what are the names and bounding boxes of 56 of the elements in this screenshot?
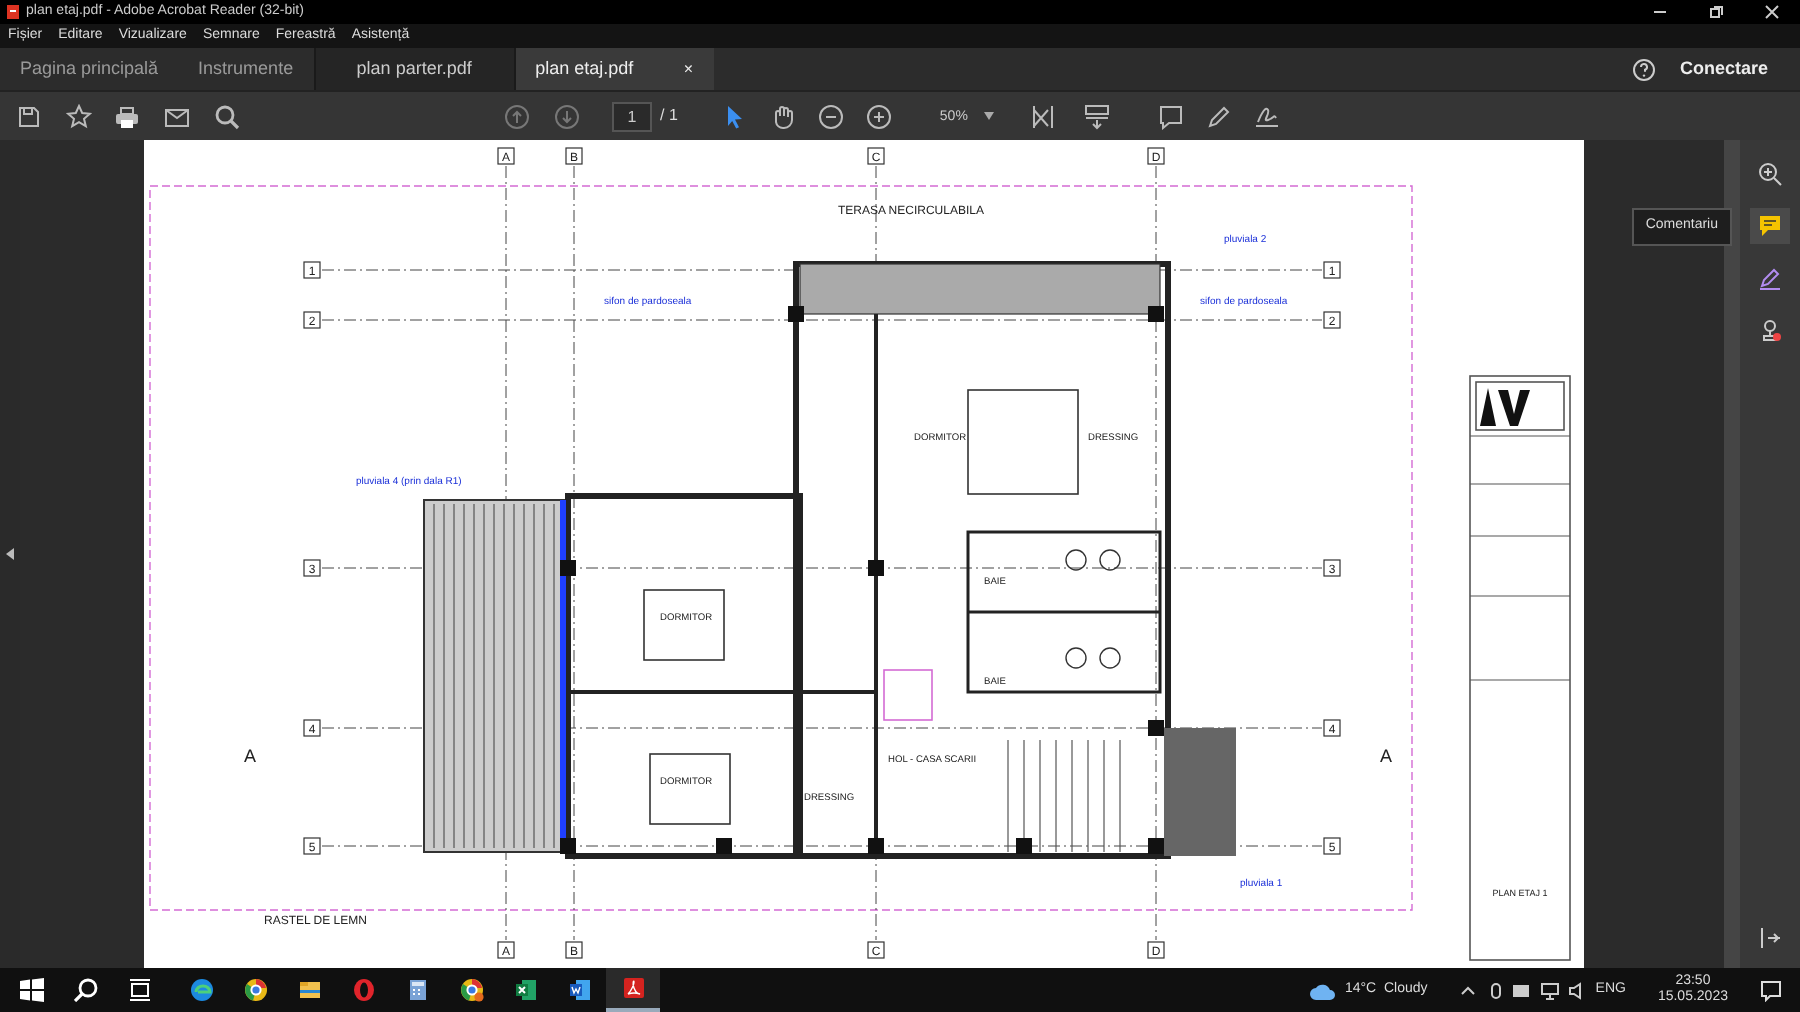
- hand-icon[interactable]: [769, 103, 796, 129]
- tab[interactable]: Pagina principală: [0, 48, 179, 90]
- fit-page-icon[interactable]: [1029, 103, 1056, 129]
- zoom-out-icon[interactable]: [817, 103, 844, 129]
- left-arrow-icon[interactable]: [6, 548, 14, 560]
- expand-panel-icon: [1758, 926, 1782, 950]
- word-processor-icon: [567, 978, 591, 1002]
- pdf-file-icon: [6, 4, 20, 20]
- edge-browser-icon: [189, 978, 213, 1002]
- browser-icon: [459, 978, 483, 1002]
- caret-icon: [983, 112, 994, 120]
- signature-icon[interactable]: [1253, 103, 1280, 129]
- network-icon[interactable]: [1539, 981, 1560, 999]
- tab[interactable]: plan etaj.pdf ×: [513, 48, 714, 90]
- folder-icon: [297, 978, 321, 1002]
- section-mark: A: [1380, 746, 1393, 766]
- battery-icon[interactable]: [1511, 983, 1532, 997]
- close-tab-button[interactable]: ×: [683, 57, 694, 81]
- start-icon: [19, 978, 43, 1002]
- section-mark: A: [244, 746, 257, 766]
- scrollbar[interactable]: [1724, 140, 1740, 968]
- browser-icon: [243, 978, 267, 1002]
- pen-icon[interactable]: [1205, 103, 1232, 129]
- device-icon[interactable]: [1487, 981, 1504, 999]
- logo-icon: [1475, 381, 1565, 431]
- tab[interactable]: plan parter.pdf: [313, 48, 514, 90]
- chevron-up-icon[interactable]: [1459, 984, 1476, 996]
- notification-icon[interactable]: [1760, 979, 1782, 1001]
- up-arrow-icon[interactable]: [504, 103, 530, 129]
- tab[interactable]: Instrumente: [178, 48, 314, 90]
- page-number-field[interactable]: 1: [612, 101, 652, 131]
- save-icon[interactable]: [16, 103, 42, 129]
- comment-icon: [1758, 214, 1782, 238]
- pdf-reader-icon: [621, 976, 645, 1000]
- pen-icon: [1758, 266, 1782, 290]
- print-icon[interactable]: [114, 103, 140, 129]
- star-icon[interactable]: [66, 103, 92, 129]
- speaker-icon[interactable]: [1567, 981, 1584, 999]
- spreadsheet-icon: [513, 978, 537, 1002]
- zoom-in-icon[interactable]: [865, 103, 892, 129]
- search-icon: [73, 978, 97, 1002]
- opera-browser-icon: [351, 978, 375, 1002]
- down-arrow-icon[interactable]: [554, 103, 580, 129]
- page-count: / 1: [660, 104, 678, 128]
- comment-button[interactable]: [1750, 208, 1790, 244]
- zoom-in-icon: [1758, 162, 1782, 186]
- cloud-icon: [1310, 981, 1337, 999]
- stamp-icon: [1758, 318, 1782, 342]
- search-icon[interactable]: [214, 103, 240, 129]
- task-view-icon: [127, 978, 151, 1002]
- scroll-mode-icon[interactable]: [1083, 103, 1110, 129]
- mail-icon[interactable]: [164, 103, 190, 129]
- comment-icon[interactable]: [1157, 103, 1184, 129]
- sign-in-button[interactable]: Conectare: [1679, 60, 1768, 78]
- pdf-reader-button[interactable]: [606, 968, 660, 1012]
- calculator-icon: [405, 978, 429, 1002]
